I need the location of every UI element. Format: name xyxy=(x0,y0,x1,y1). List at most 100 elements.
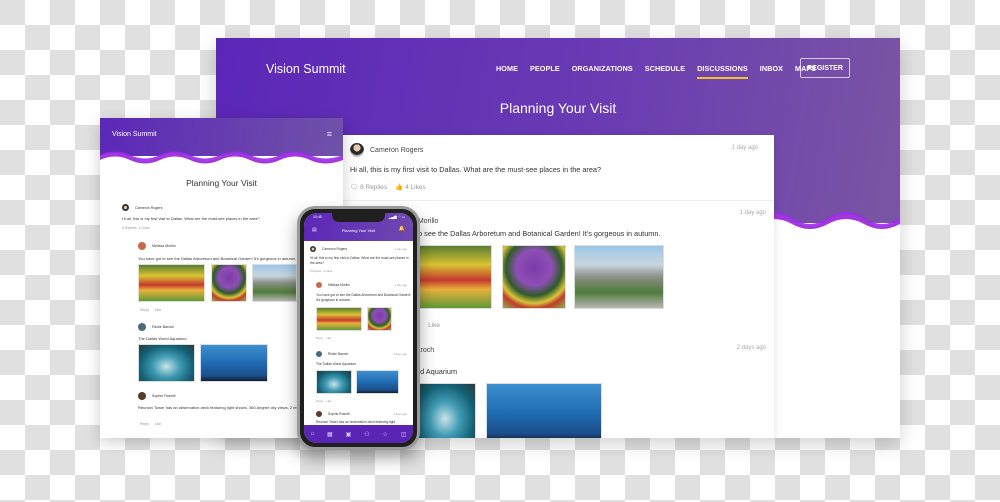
photo-garden-tree[interactable] xyxy=(211,264,247,302)
comment-icon: 🗨 xyxy=(350,184,359,191)
post-item: Sophie Rosetti xyxy=(138,392,175,400)
like-link[interactable]: Like xyxy=(155,422,161,426)
post-text: Hi all, this is my first visit to Dallas… xyxy=(122,216,260,221)
photo-garden-tree[interactable] xyxy=(502,245,566,309)
page-title: Planning Your Visit xyxy=(186,178,257,188)
phone-mockup: 10:45 ▂▄▆ ◠ ▭ ▤ Planning Your Visit 🔔 Ca… xyxy=(297,206,420,450)
post-text: Reunion Tower has an observation deck fe… xyxy=(316,420,396,424)
likes-link[interactable]: 4 Likes xyxy=(323,269,332,273)
avatar[interactable] xyxy=(138,242,146,250)
reply-link[interactable]: Reply xyxy=(140,308,149,312)
likes-link[interactable]: 4 Likes xyxy=(139,226,150,230)
schedule-icon[interactable]: ▣ xyxy=(346,431,352,438)
post-author[interactable]: Cameron Rogers xyxy=(322,247,347,251)
post-author[interactable]: Melissa Morillo xyxy=(328,283,350,287)
photo-garden-flowerbeds[interactable] xyxy=(138,264,205,302)
nav-schedule[interactable]: SCHEDULE xyxy=(645,64,685,77)
post-time: 1 day ago xyxy=(739,210,766,216)
post-item: Cameron Rogers xyxy=(310,246,347,252)
post-text: t to see the Dallas Arboretum and Botani… xyxy=(412,229,661,238)
photo-garden-flowerbeds[interactable] xyxy=(316,307,362,331)
post-author[interactable]: Cameron Rogers xyxy=(135,206,162,210)
star-icon[interactable]: ☆ xyxy=(383,431,388,438)
reply-link[interactable]: Reply xyxy=(140,422,149,426)
post-item: Rickie Baroch xyxy=(316,351,348,357)
thumbs-up-icon: 👍 xyxy=(395,184,404,191)
person-icon[interactable]: ⚇ xyxy=(364,431,369,438)
status-clock: 10:45 xyxy=(313,215,322,219)
post-item: a Morillo xyxy=(412,210,766,228)
nav-organizations[interactable]: ORGANIZATIONS xyxy=(572,64,633,77)
status-icons: ▂▄▆ ◠ ▭ xyxy=(388,215,405,219)
post-author[interactable]: Melissa Morillo xyxy=(152,244,176,248)
reply-link[interactable]: Reply xyxy=(316,399,323,403)
post-text: You have got to see the Dallas Arboretum… xyxy=(138,256,297,261)
avatar[interactable] xyxy=(310,246,316,252)
divider xyxy=(342,200,774,201)
page-title: Planning Your Visit xyxy=(499,100,617,116)
nav-inbox[interactable]: INBOX xyxy=(760,64,783,77)
photo-garden-pavilion[interactable] xyxy=(574,245,664,309)
avatar[interactable] xyxy=(122,204,129,211)
avatar[interactable] xyxy=(138,392,146,400)
hamburger-icon[interactable]: ≡ xyxy=(327,130,332,139)
phone-screen: 10:45 ▂▄▆ ◠ ▭ ▤ Planning Your Visit 🔔 Ca… xyxy=(304,213,413,443)
post-meta: Reply Like xyxy=(140,308,161,312)
post-text: The Dallas World Aquarium xyxy=(138,336,187,341)
avatar[interactable] xyxy=(316,282,322,288)
post-meta: 8 Replies 4 Likes xyxy=(122,226,150,230)
post-item: Rickie Baroch xyxy=(138,323,174,331)
post-item: Cameron Rogers xyxy=(122,204,162,211)
brand-logo[interactable]: Vision Summit xyxy=(112,131,157,138)
photo-garden-pavilion[interactable] xyxy=(252,264,297,302)
wave-decoration xyxy=(756,212,900,230)
post-meta: Reply Like xyxy=(140,422,161,426)
post-author[interactable]: Sophie Rosetti xyxy=(152,394,175,398)
register-button[interactable]: REGISTER xyxy=(800,58,850,78)
calendar-icon[interactable]: ▦ xyxy=(327,431,333,438)
avatar[interactable] xyxy=(350,143,364,157)
post-item: Cameron Rogers 1 day ago Hi all, this is… xyxy=(350,143,766,199)
post-time: 1 day ago xyxy=(731,145,758,151)
replies-link[interactable]: 🗨 8 Replies xyxy=(350,183,387,191)
phone-notch xyxy=(332,213,385,222)
avatar[interactable] xyxy=(316,411,322,417)
photo-aquarium-tank[interactable] xyxy=(200,344,268,382)
post-author[interactable]: Rickie Baroch xyxy=(152,325,174,329)
brand-logo[interactable]: Vision Summit xyxy=(266,62,346,76)
home-icon[interactable]: ⌂ xyxy=(310,431,314,437)
map-icon[interactable]: ◫ xyxy=(401,431,407,438)
post-author[interactable]: Sophie Rosetti xyxy=(328,412,349,416)
post-item: Melissa Morillo xyxy=(316,282,350,288)
post-time: 2 days ago xyxy=(393,352,407,356)
like-link[interactable]: Like xyxy=(326,399,331,403)
nav-people[interactable]: PEOPLE xyxy=(530,64,560,77)
like-link[interactable]: Like xyxy=(326,336,331,340)
replies-link[interactable]: 8 Replies xyxy=(310,269,322,273)
post-author[interactable]: Cameron Rogers xyxy=(370,147,423,154)
post-text: You have got to see the Dallas Arboretum… xyxy=(316,293,411,302)
bell-icon[interactable]: 🔔 xyxy=(399,226,405,232)
photo-aquarium-tunnel[interactable] xyxy=(414,383,476,438)
post-item: Melissa Morillo xyxy=(138,242,176,250)
likes-link[interactable]: 👍 4 Likes xyxy=(395,183,426,191)
like-link[interactable]: Like xyxy=(155,308,161,312)
photo-aquarium-tunnel[interactable] xyxy=(138,344,195,382)
main-nav: HOME PEOPLE ORGANIZATIONS SCHEDULE DISCU… xyxy=(496,64,828,79)
photo-aquarium-tank[interactable] xyxy=(486,383,602,438)
avatar[interactable] xyxy=(316,351,322,357)
replies-link[interactable]: 8 Replies xyxy=(122,226,137,230)
post-time: 1 day ago xyxy=(394,247,407,251)
nav-discussions[interactable]: DISCUSSIONS xyxy=(697,64,748,79)
post-time: 2 days ago xyxy=(393,412,407,416)
reply-link[interactable]: Reply xyxy=(316,336,323,340)
post-author[interactable]: Rickie Baroch xyxy=(328,352,348,356)
avatar[interactable] xyxy=(138,323,146,331)
photo-aquarium-tunnel[interactable] xyxy=(316,370,352,394)
photo-garden-tree[interactable] xyxy=(367,307,392,331)
photo-aquarium-tank[interactable] xyxy=(356,370,399,394)
nav-home[interactable]: HOME xyxy=(496,64,518,77)
post-meta: Reply Like xyxy=(316,399,331,403)
wave-decoration xyxy=(100,151,343,165)
photo-garden-flowerbeds[interactable] xyxy=(414,245,492,309)
